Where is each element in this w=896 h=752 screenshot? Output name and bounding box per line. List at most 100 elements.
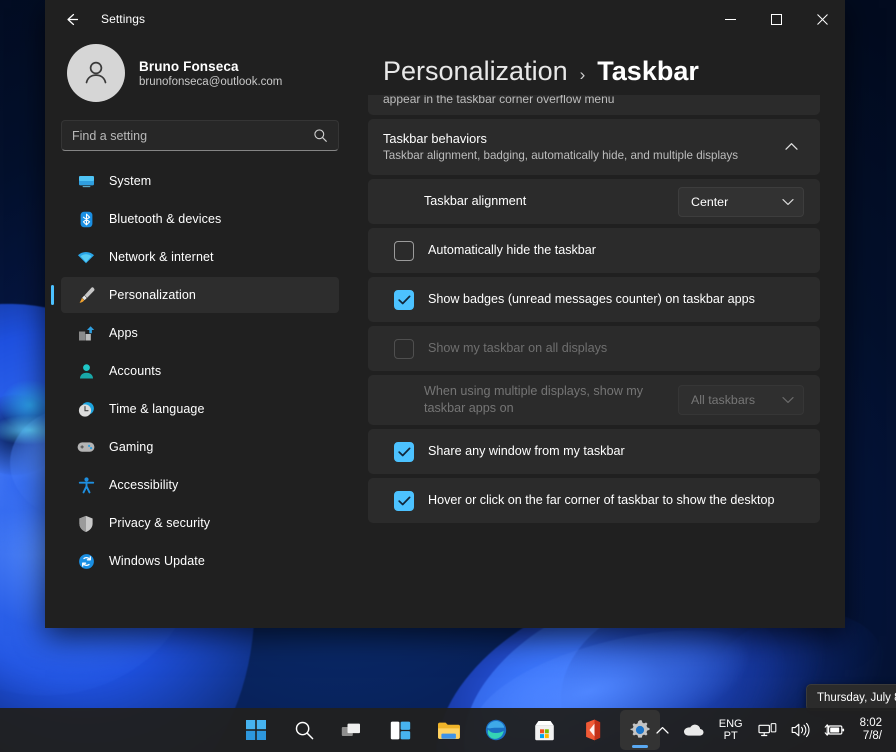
volume-button[interactable] (784, 712, 817, 748)
taskbar-behaviors-expander-header[interactable]: Taskbar behaviors Taskbar alignment, bad… (368, 119, 820, 175)
chevron-up-icon[interactable] (779, 142, 804, 151)
network-status-button[interactable] (751, 712, 784, 748)
taskbar-app-list (236, 710, 660, 750)
sidebar-item-label: System (109, 174, 152, 188)
account-email: brunofonseca@outlook.com (139, 75, 283, 88)
windows-update-icon (77, 552, 95, 570)
microsoft-office-button[interactable] (572, 710, 612, 750)
store-icon (534, 720, 554, 740)
back-arrow-icon (66, 13, 78, 25)
clock-button[interactable]: 8:02 7/8/ (852, 717, 892, 743)
onedrive-button[interactable] (676, 712, 711, 748)
show-desktop-card: Hover or click on the far corner of task… (368, 478, 820, 523)
sidebar-item-personalization[interactable]: Personalization (51, 277, 339, 313)
widgets-button[interactable] (380, 710, 420, 750)
sidebar-item-apps[interactable]: Apps (61, 315, 339, 351)
show-all-displays-checkbox (394, 338, 414, 359)
system-icon (77, 172, 95, 190)
breadcrumb-parent[interactable]: Personalization (383, 56, 568, 87)
show-badges-checkbox[interactable] (394, 289, 414, 310)
tray-overflow-button[interactable] (649, 712, 676, 748)
sidebar-item-network-internet[interactable]: Network & internet (61, 239, 339, 275)
minimize-button[interactable] (707, 0, 753, 38)
clock-tooltip: Thursday, July 8 (806, 684, 896, 711)
row-share-any-window[interactable]: Share any window from my taskbar (368, 429, 820, 474)
task-view-icon (341, 723, 360, 736)
sidebar-item-label: Gaming (109, 440, 154, 454)
sidebar-item-privacy-security[interactable]: Privacy & security (61, 505, 339, 541)
row-label: When using multiple displays, show my ta… (424, 384, 644, 415)
clipped-setting-card: appear in the taskbar corner overflow me… (368, 95, 820, 115)
sidebar-item-gaming[interactable]: Gaming (61, 429, 339, 465)
account-card[interactable]: Bruno Fonseca brunofonseca@outlook.com (61, 38, 339, 120)
widgets-icon (390, 721, 410, 739)
system-tray: ENG PT 8:02 7/8/ (649, 708, 896, 752)
breadcrumb: Personalization › Taskbar (355, 38, 820, 95)
checkbox-label: Show my taskbar on all displays (428, 340, 608, 355)
task-view-button[interactable] (332, 710, 372, 750)
chevron-down-icon (782, 396, 794, 404)
sidebar-item-bluetooth-devices[interactable]: Bluetooth & devices (61, 201, 339, 237)
edge-icon (485, 719, 507, 741)
minimize-icon (724, 18, 736, 20)
row-hover-far-corner[interactable]: Hover or click on the far corner of task… (368, 478, 820, 523)
microsoft-edge-button[interactable] (476, 710, 516, 750)
sidebar-item-accessibility[interactable]: Accessibility (61, 467, 339, 503)
folder-icon (437, 722, 460, 739)
share-window-checkbox[interactable] (394, 441, 414, 462)
office-icon (586, 719, 601, 741)
search-button[interactable] (284, 710, 324, 750)
sidebar-item-accounts[interactable]: Accounts (61, 353, 339, 389)
network-icon (77, 248, 95, 266)
dropdown-value: Center (691, 194, 729, 209)
maximize-button[interactable] (753, 0, 799, 38)
checkmark-icon (397, 496, 410, 505)
personalization-icon (77, 286, 95, 304)
sidebar-item-time-language[interactable]: Time & language (61, 391, 339, 427)
multiple-displays-card: When using multiple displays, show my ta… (368, 375, 820, 425)
settings-card-list: appear in the taskbar corner overflow me… (368, 95, 820, 628)
sidebar-item-windows-update[interactable]: Windows Update (61, 543, 339, 579)
bluetooth-icon (77, 210, 95, 228)
microsoft-store-button[interactable] (524, 710, 564, 750)
window-title: Settings (101, 12, 146, 26)
monitor-network-icon (758, 723, 776, 737)
checkbox-label: Automatically hide the taskbar (428, 242, 597, 257)
taskbar-alignment-dropdown[interactable]: Center (678, 186, 804, 217)
close-button[interactable] (799, 0, 845, 38)
search-box[interactable] (61, 120, 339, 151)
sidebar-item-label: Apps (109, 326, 138, 340)
share-window-card: Share any window from my taskbar (368, 429, 820, 474)
start-button[interactable] (236, 710, 276, 750)
sidebar-item-label: Privacy & security (109, 516, 211, 530)
automatically-hide-checkbox[interactable] (394, 240, 414, 261)
battery-button[interactable] (817, 712, 852, 748)
expander-title: Taskbar behaviors (383, 131, 487, 146)
taskbar-alignment-card: Taskbar alignment Center (368, 179, 820, 224)
row-automatically-hide-taskbar[interactable]: Automatically hide the taskbar (368, 228, 820, 273)
dropdown-value: All taskbars (691, 393, 756, 407)
breadcrumb-current: Taskbar (597, 56, 699, 86)
sidebar-item-label: Accessibility (109, 478, 179, 492)
sidebar-item-label: Accounts (109, 364, 162, 378)
back-button[interactable] (53, 3, 89, 35)
maximize-icon (770, 13, 782, 25)
title-bar: Settings (45, 0, 845, 38)
window-controls (707, 0, 845, 38)
row-show-badges[interactable]: Show badges (unread messages counter) on… (368, 277, 820, 322)
checkbox-label: Show badges (unread messages counter) on… (428, 291, 755, 306)
sidebar-item-system[interactable]: System (61, 163, 339, 199)
taskbar: ENG PT 8:02 7/8/ (0, 708, 896, 752)
file-explorer-button[interactable] (428, 710, 468, 750)
clipped-card-text: appear in the taskbar corner overflow me… (383, 95, 615, 106)
search-input[interactable] (72, 128, 313, 143)
language-indicator[interactable]: ENG PT (711, 718, 751, 742)
checkmark-icon (397, 295, 410, 304)
language-secondary: PT (723, 730, 738, 742)
row-taskbar-alignment: Taskbar alignment Center (368, 179, 820, 224)
cloud-icon (683, 724, 704, 736)
content-pane: Personalization › Taskbar appear in the … (355, 38, 845, 628)
show-desktop-checkbox[interactable] (394, 490, 414, 511)
chevron-right-icon: › (579, 65, 586, 84)
privacy-security-icon (77, 514, 95, 532)
